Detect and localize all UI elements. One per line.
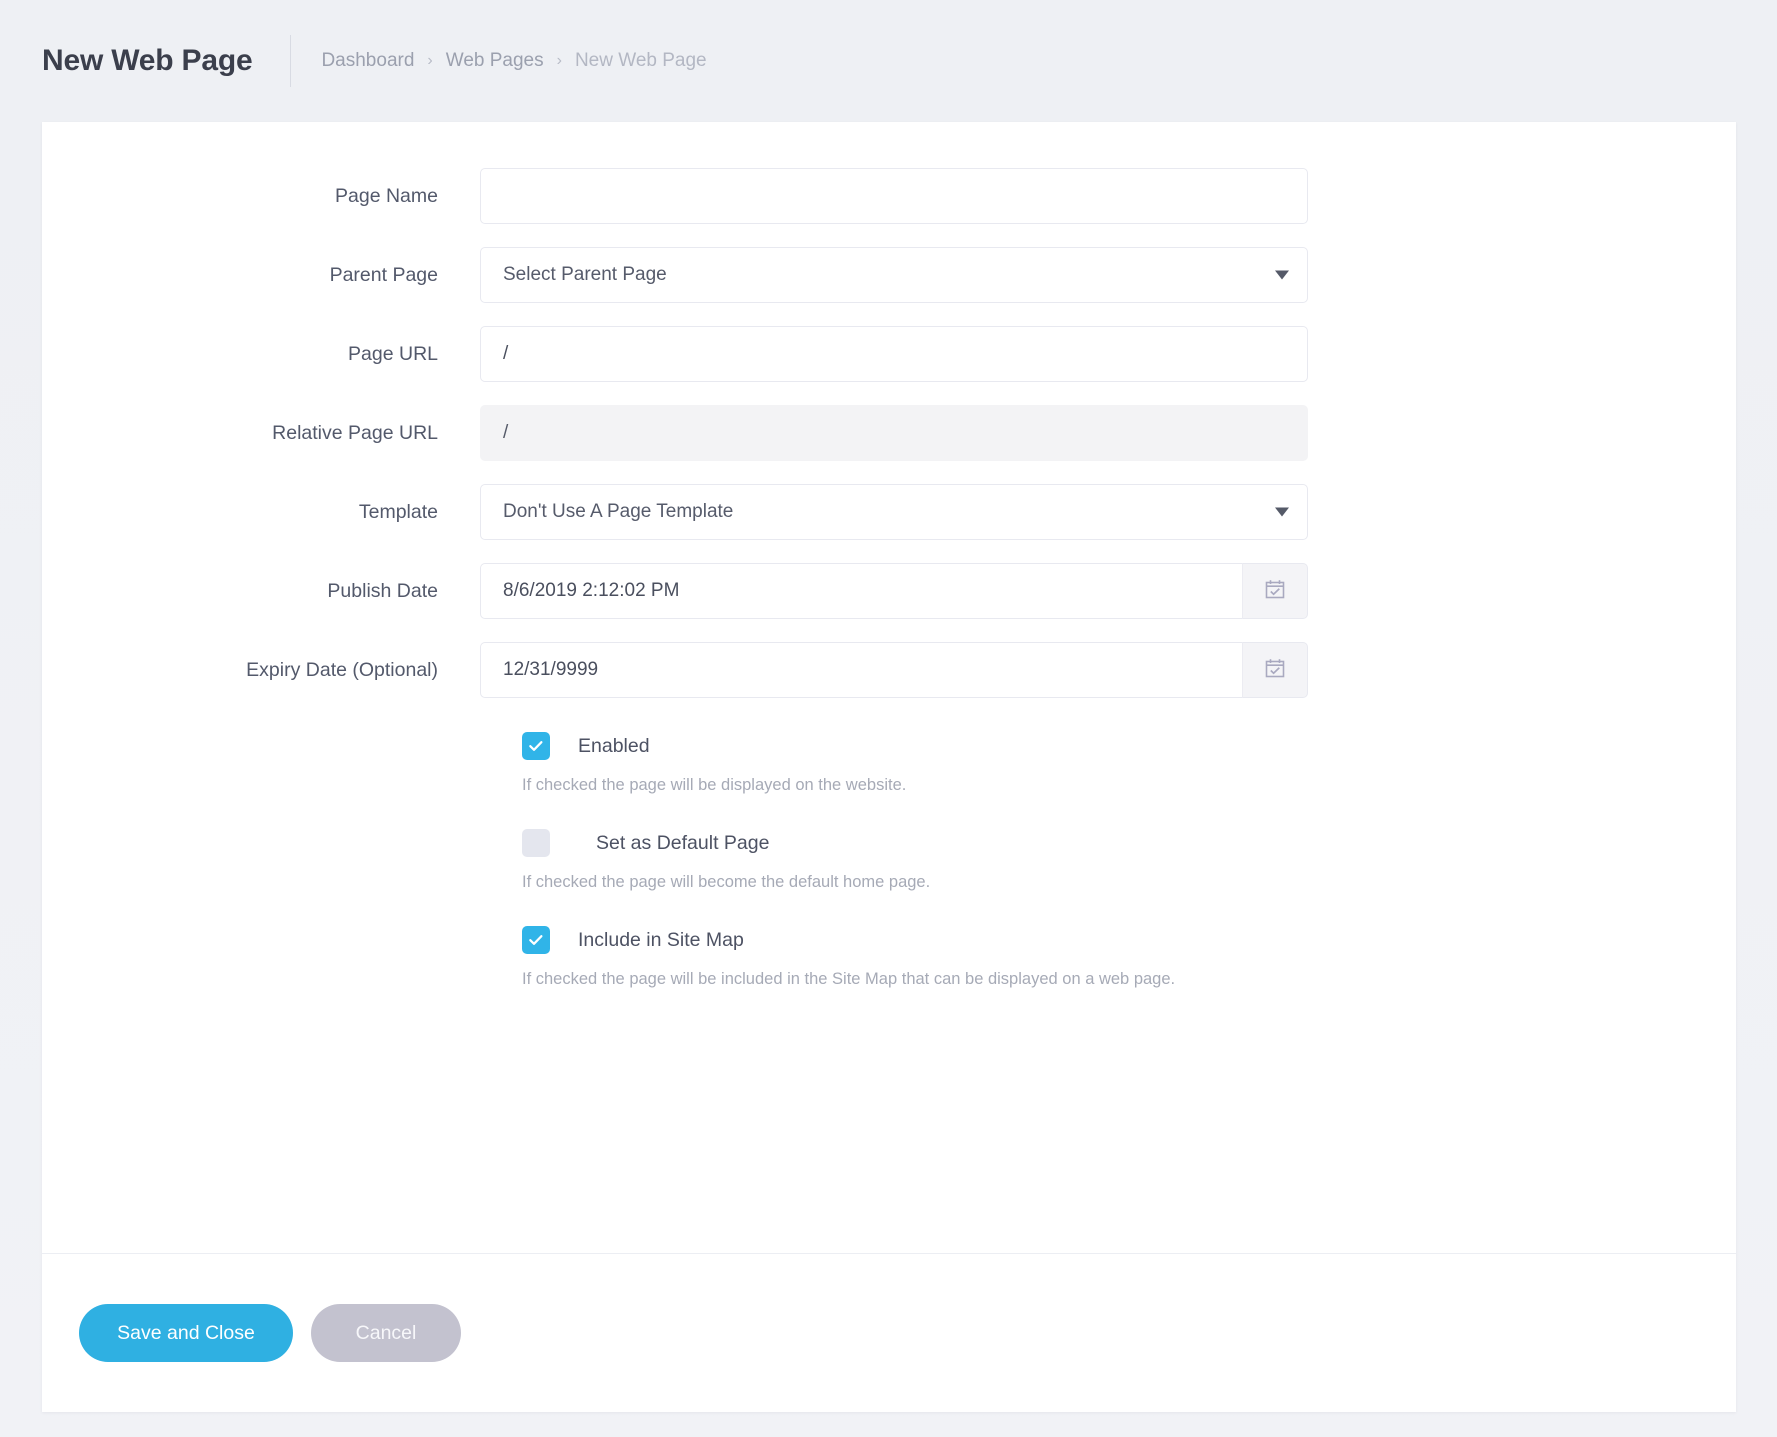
calendar-check-icon (1263, 656, 1287, 685)
publish-date-input[interactable] (480, 563, 1242, 619)
field-wrap-page-name (480, 168, 1308, 224)
field-wrap-parent-page: Select Parent Page (480, 247, 1308, 303)
label-template: Template (358, 501, 438, 523)
check-icon (529, 741, 543, 751)
field-row-relative-page-url: Relative Page URL (42, 405, 1736, 461)
header-divider (290, 35, 292, 87)
label-parent-page: Parent Page (329, 264, 438, 286)
label-page-name: Page Name (335, 185, 438, 207)
label-relative-page-url: Relative Page URL (272, 422, 438, 444)
checkbox-line-set-as-default-page: Set as Default Page (522, 829, 1736, 857)
card-footer: Save and Close Cancel (42, 1253, 1736, 1412)
breadcrumb-item-dashboard[interactable]: Dashboard (321, 50, 414, 72)
field-row-parent-page: Parent Page Select Parent Page (42, 247, 1736, 303)
breadcrumb-separator-icon: › (556, 52, 562, 69)
field-row-expiry-date: Expiry Date (Optional) (42, 642, 1736, 698)
publish-date-calendar-button[interactable] (1242, 563, 1308, 619)
breadcrumb: Dashboard › Web Pages › New Web Page (321, 50, 706, 72)
checkbox-line-include-in-site-map: Include in Site Map (522, 926, 1736, 954)
app-page: New Web Page Dashboard › Web Pages › New… (0, 0, 1777, 1437)
web-page-form: Page Name Parent Page Select Parent Page… (42, 122, 1736, 989)
breadcrumb-item-new-web-page: New Web Page (574, 50, 707, 71)
chevron-down-icon (1275, 270, 1289, 280)
checkbox-line-enabled: Enabled (522, 732, 1736, 760)
save-and-close-button[interactable]: Save and Close (79, 1304, 293, 1362)
field-row-page-name: Page Name (42, 168, 1736, 224)
publish-date-group (480, 563, 1308, 619)
field-wrap-publish-date (480, 563, 1308, 619)
field-wrap-relative-page-url (480, 405, 1308, 461)
field-wrap-template: Don't Use A Page Template (480, 484, 1308, 540)
cancel-button[interactable]: Cancel (311, 1304, 461, 1362)
include-in-site-map-checkbox-label[interactable]: Include in Site Map (578, 929, 744, 952)
relative-page-url-input (480, 405, 1308, 461)
page-header: New Web Page Dashboard › Web Pages › New… (0, 0, 1777, 122)
template-selected-value: Don't Use A Page Template (503, 501, 734, 522)
check-icon (529, 935, 543, 945)
enabled-checkbox[interactable] (522, 732, 550, 760)
set-as-default-page-checkbox-label[interactable]: Set as Default Page (596, 832, 769, 855)
checkbox-block-enabled: Enabled If checked the page will be disp… (480, 732, 1736, 795)
checkbox-block-include-in-site-map: Include in Site Map If checked the page … (480, 926, 1736, 989)
label-publish-date: Publish Date (327, 580, 438, 602)
label-expiry-date: Expiry Date (Optional) (246, 659, 438, 681)
page-title: New Web Page (42, 44, 253, 77)
template-select[interactable]: Don't Use A Page Template (480, 484, 1308, 540)
chevron-down-icon (1275, 507, 1289, 517)
field-row-template: Template Don't Use A Page Template (42, 484, 1736, 540)
enabled-help-text: If checked the page will be displayed on… (522, 776, 907, 794)
page-url-input[interactable] (480, 326, 1308, 382)
breadcrumb-item-web-pages[interactable]: Web Pages (446, 50, 544, 72)
include-in-site-map-checkbox[interactable] (522, 926, 550, 954)
field-row-publish-date: Publish Date (42, 563, 1736, 619)
expiry-date-input[interactable] (480, 642, 1242, 698)
set-as-default-page-help-text: If checked the page will become the defa… (522, 873, 931, 891)
parent-page-select[interactable]: Select Parent Page (480, 247, 1308, 303)
parent-page-selected-value: Select Parent Page (503, 264, 667, 285)
set-as-default-page-checkbox[interactable] (522, 829, 550, 857)
field-row-page-url: Page URL (42, 326, 1736, 382)
field-wrap-page-url (480, 326, 1308, 382)
expiry-date-group (480, 642, 1308, 698)
page-name-input[interactable] (480, 168, 1308, 224)
field-wrap-expiry-date (480, 642, 1308, 698)
checkbox-block-set-as-default-page: Set as Default Page If checked the page … (480, 829, 1736, 892)
form-card: Page Name Parent Page Select Parent Page… (42, 122, 1736, 1412)
include-in-site-map-help-text: If checked the page will be included in … (522, 970, 1176, 988)
enabled-checkbox-label[interactable]: Enabled (578, 735, 650, 758)
calendar-check-icon (1263, 577, 1287, 606)
breadcrumb-separator-icon: › (427, 52, 433, 69)
expiry-date-calendar-button[interactable] (1242, 642, 1308, 698)
label-page-url: Page URL (348, 343, 438, 365)
